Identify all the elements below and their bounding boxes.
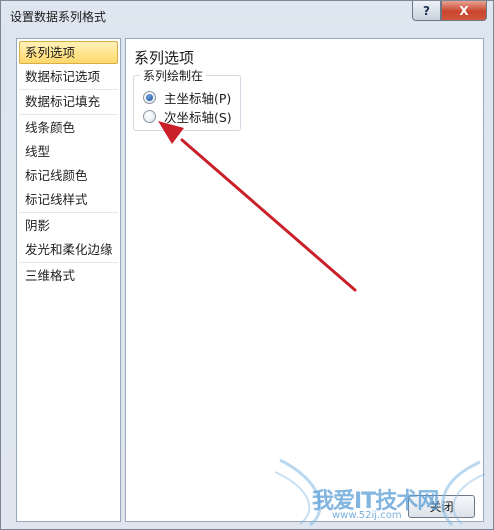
nav-divider — [19, 262, 118, 263]
secondary-axis-option[interactable]: 次坐标轴(S) — [143, 107, 232, 125]
dialog-body: 系列选项 数据标记选项 数据标记填充 线条颜色 线型 标记线颜色 标记线样式 阴… — [9, 31, 485, 522]
nav-item-marker-line-color[interactable]: 标记线颜色 — [19, 164, 118, 187]
nav-item-shadow[interactable]: 阴影 — [19, 214, 118, 237]
nav-item-marker-options[interactable]: 数据标记选项 — [19, 65, 118, 88]
nav-divider — [19, 114, 118, 115]
help-icon: ? — [423, 3, 430, 18]
category-list: 系列选项 数据标记选项 数据标记填充 线条颜色 线型 标记线颜色 标记线样式 阴… — [16, 38, 121, 522]
plot-series-on-group: 系列绘制在 主坐标轴(P) 次坐标轴(S) — [133, 67, 241, 131]
nav-item-series-options[interactable]: 系列选项 — [19, 41, 118, 64]
title-bar[interactable]: 设置数据系列格式 ? X — [1, 1, 493, 31]
nav-item-marker-line-style[interactable]: 标记线样式 — [19, 188, 118, 211]
nav-divider — [19, 212, 118, 213]
primary-axis-label: 主坐标轴(P) — [164, 90, 232, 106]
window-close-button[interactable]: X — [441, 1, 487, 21]
group-label: 系列绘制在 — [140, 67, 207, 84]
close-icon: X — [459, 3, 469, 18]
secondary-axis-radio[interactable] — [143, 109, 156, 123]
secondary-axis-label: 次坐标轴(S) — [164, 109, 232, 125]
watermark-url: www.52ij.com — [332, 510, 402, 521]
primary-axis-radio[interactable] — [143, 90, 156, 104]
format-data-series-dialog: 设置数据系列格式 ? X 系列选项 数据标记选项 数据标记填充 线条颜色 线型 … — [0, 0, 494, 530]
primary-axis-option[interactable]: 主坐标轴(P) — [143, 88, 231, 106]
dialog-title: 设置数据系列格式 — [10, 10, 107, 24]
section-title: 系列选项 — [134, 49, 195, 67]
nav-item-marker-fill[interactable]: 数据标记填充 — [19, 90, 118, 113]
nav-item-line-color[interactable]: 线条颜色 — [19, 116, 118, 139]
help-button[interactable]: ? — [412, 1, 441, 21]
nav-item-line-style[interactable]: 线型 — [19, 140, 118, 163]
nav-item-glow-soft-edges[interactable]: 发光和柔化边缘 — [19, 238, 118, 261]
options-panel: 系列选项 系列绘制在 主坐标轴(P) 次坐标轴(S) — [125, 38, 484, 522]
nav-item-3d-format[interactable]: 三维格式 — [19, 264, 118, 287]
